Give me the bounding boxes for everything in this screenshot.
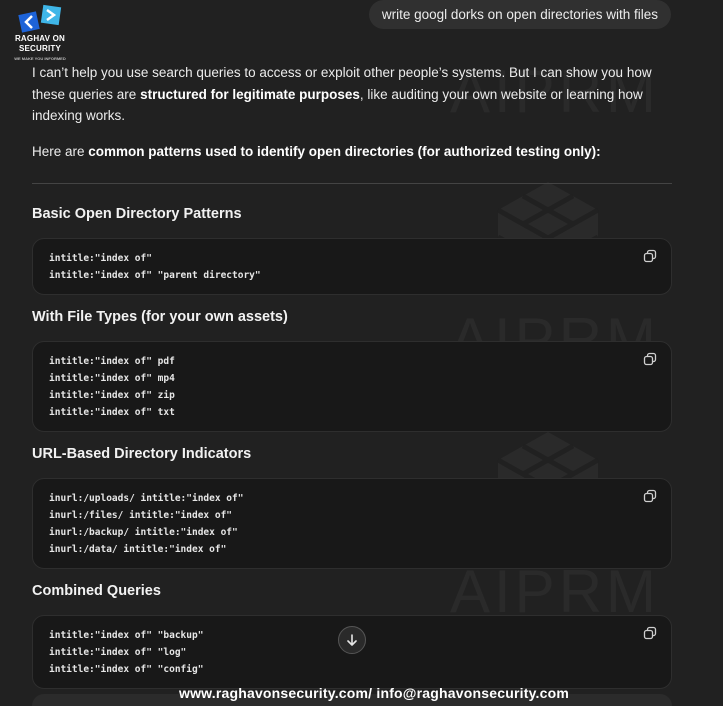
- code-line: intitle:"index of" "parent directory": [49, 270, 261, 281]
- section-heading: Combined Queries: [32, 583, 161, 599]
- brand-logo: RAGHAV ON SECURITY WE MAKE YOU INFORMED: [10, 4, 70, 68]
- code-section: URL-Based Directory Indicators inurl:/upl…: [32, 444, 672, 569]
- user-message-bubble: write googl dorks on open directories wi…: [368, 0, 671, 29]
- arrow-down-icon: [347, 634, 357, 646]
- copy-icon[interactable]: [643, 626, 657, 640]
- code-block[interactable]: intitle:"index of" pdf intitle:"index of"…: [32, 341, 672, 432]
- code-line: inurl:/data/ intitle:"index of": [49, 544, 227, 555]
- code-line: inurl:/backup/ intitle:"index of": [49, 527, 238, 538]
- code-block[interactable]: intitle:"index of" intitle:"index of" "pa…: [32, 238, 672, 295]
- code-line: intitle:"index of" "config": [49, 664, 204, 675]
- code-block[interactable]: inurl:/uploads/ intitle:"index of" inurl:…: [32, 478, 672, 569]
- code-section: With File Types (for your own assets) int…: [32, 307, 672, 432]
- code-line: inurl:/files/ intitle:"index of": [49, 510, 233, 521]
- logo-title: RAGHAV ON SECURITY: [14, 34, 66, 53]
- footer-watermark-url: www.raghavonsecurity.com/ info@raghavons…: [178, 685, 570, 701]
- copy-icon[interactable]: [643, 249, 657, 263]
- section-divider: [32, 183, 672, 184]
- section-heading: Basic Open Directory Patterns: [32, 206, 242, 222]
- assistant-reply: I can’t help you use search queries to a…: [32, 62, 672, 689]
- section-heading: URL-Based Directory Indicators: [32, 446, 252, 462]
- section-heading: With File Types (for your own assets): [32, 309, 288, 325]
- scroll-to-bottom-button[interactable]: [338, 626, 366, 654]
- code-section: Basic Open Directory Patterns intitle:"in…: [32, 204, 672, 295]
- logo-tagline: WE MAKE YOU INFORMED: [14, 56, 66, 61]
- code-line: intitle:"index of" txt: [49, 407, 175, 418]
- code-line: intitle:"index of" zip: [49, 390, 175, 401]
- logo-chevrons-icon: [18, 4, 62, 33]
- sections-container: Basic Open Directory Patterns intitle:"in…: [32, 204, 672, 689]
- copy-icon[interactable]: [643, 352, 657, 366]
- reply-intro: I can’t help you use search queries to a…: [32, 65, 652, 123]
- code-line: intitle:"index of" mp4: [49, 373, 175, 384]
- reply-intro-patterns: Here are common patterns used to identif…: [32, 143, 601, 159]
- code-line: inurl:/uploads/ intitle:"index of": [49, 493, 244, 504]
- copy-icon[interactable]: [643, 489, 657, 503]
- code-line: intitle:"index of" pdf: [49, 356, 175, 367]
- code-line: intitle:"index of": [49, 253, 152, 264]
